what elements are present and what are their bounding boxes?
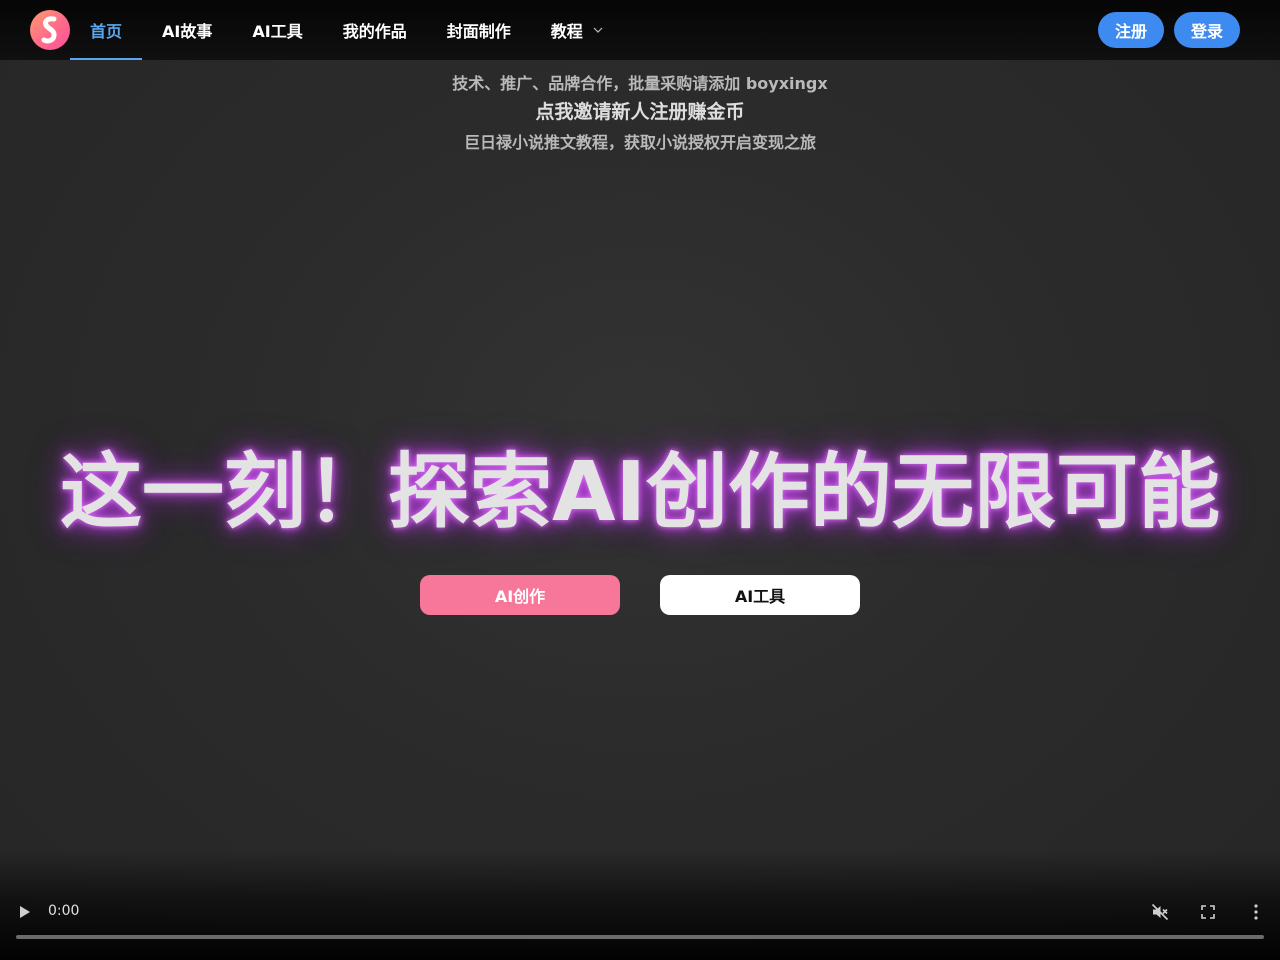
- main-nav: 首页 AI故事 AI工具 我的作品 封面制作 教程: [70, 0, 623, 60]
- muted-icon[interactable]: [1148, 900, 1172, 924]
- brand-logo[interactable]: [30, 10, 70, 50]
- invite-link[interactable]: 点我邀请新人注册赚金币: [0, 97, 1280, 124]
- nav-item-label: 封面制作: [446, 22, 511, 41]
- page: 首页 AI故事 AI工具 我的作品 封面制作 教程 注册 登录 技术、推广、品牌…: [0, 0, 1280, 960]
- nav-item-tutorials[interactable]: 教程: [531, 0, 623, 60]
- chevron-down-icon: [593, 27, 603, 33]
- play-icon[interactable]: [13, 900, 37, 924]
- cooperation-notice: 技术、推广、品牌合作，批量采购请添加 boyxingx: [452, 74, 828, 93]
- top-navbar: 首页 AI故事 AI工具 我的作品 封面制作 教程 注册 登录: [0, 0, 1280, 60]
- nav-item-ai-story[interactable]: AI故事: [142, 0, 232, 60]
- video-time: 0:00: [48, 903, 80, 919]
- nav-item-cover-making[interactable]: 封面制作: [427, 0, 531, 60]
- nav-item-ai-tools[interactable]: AI工具: [232, 0, 322, 60]
- fullscreen-icon[interactable]: [1196, 900, 1220, 924]
- brand-s-logo-icon: [41, 16, 57, 44]
- more-vertical-icon[interactable]: [1244, 900, 1268, 924]
- nav-item-home[interactable]: 首页: [70, 0, 143, 60]
- ai-create-button[interactable]: AI创作: [420, 575, 620, 615]
- auth-actions: 注册 登录: [1097, 12, 1240, 48]
- nav-item-label: AI故事: [162, 22, 213, 41]
- register-button[interactable]: 注册: [1097, 12, 1164, 48]
- login-button[interactable]: 登录: [1173, 12, 1240, 48]
- video-controls: [0, 850, 1280, 960]
- video-progress-bar[interactable]: [16, 935, 1264, 939]
- ai-tools-button[interactable]: AI工具: [660, 575, 860, 615]
- hero-title: 这一刻！探索AI创作的无限可能: [60, 445, 1220, 540]
- nav-item-label: AI工具: [252, 22, 303, 41]
- nav-item-label: 首页: [90, 22, 123, 41]
- nav-item-label: 我的作品: [342, 22, 407, 41]
- nav-item-my-works[interactable]: 我的作品: [323, 0, 427, 60]
- nav-item-label: 教程: [550, 22, 583, 41]
- tutorial-link[interactable]: 巨日禄小说推文教程，获取小说授权开启变现之旅: [0, 129, 1280, 153]
